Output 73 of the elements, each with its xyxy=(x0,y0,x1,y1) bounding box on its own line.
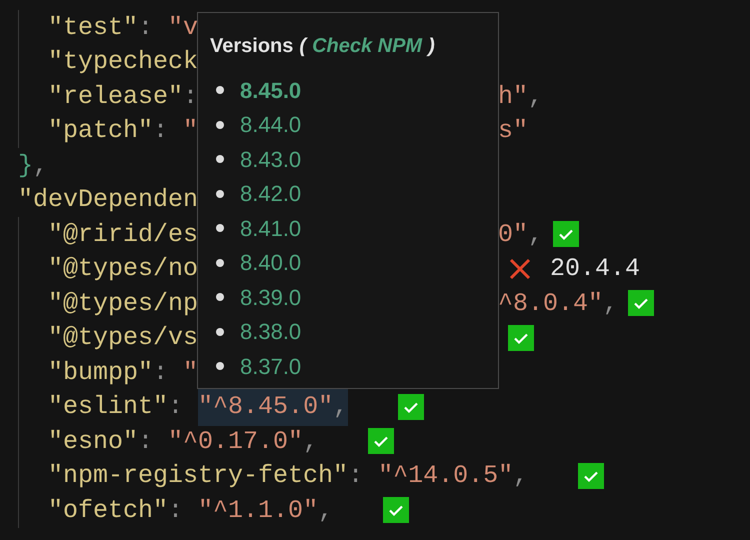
checkmark-icon xyxy=(398,394,424,420)
json-punctuation: , xyxy=(318,494,334,526)
json-key: "@types/vs xyxy=(48,319,198,356)
version-item[interactable]: 8.43.0 xyxy=(240,142,302,176)
json-string: "^0.17.0" xyxy=(168,426,304,458)
json-punctuation: } xyxy=(18,150,34,182)
json-punctuation: , xyxy=(528,80,544,112)
checkmark-icon xyxy=(628,290,654,316)
bullet-icon xyxy=(216,328,224,336)
checkmark-icon xyxy=(508,324,534,351)
checkmark-icon xyxy=(553,221,580,248)
json-string: " xyxy=(183,356,198,388)
json-string: h" xyxy=(498,80,528,112)
json-key: "eslint" xyxy=(48,388,168,426)
bullet-icon xyxy=(216,224,224,232)
json-key: "devDependen xyxy=(18,181,198,218)
bullet-icon xyxy=(216,155,224,164)
json-punctuation: : xyxy=(168,494,184,526)
version-item[interactable]: 8.40.0 xyxy=(240,246,302,280)
json-key: "typecheck xyxy=(48,43,198,80)
json-string: "^8.45.0" xyxy=(198,388,334,426)
json-punctuation: : xyxy=(138,426,154,458)
json-key: "esno" xyxy=(48,422,138,460)
version-item[interactable]: 8.41.0 xyxy=(240,212,302,245)
json-punctuation: : xyxy=(153,115,170,147)
json-string: s" xyxy=(498,115,528,147)
json-key: "bumpp" xyxy=(48,354,154,391)
version-item[interactable]: 8.44.0 xyxy=(240,108,302,142)
json-string: "^14.0.5" xyxy=(378,460,514,492)
version-item[interactable]: 8.39.0 xyxy=(240,280,302,314)
paren: ( xyxy=(299,34,306,59)
popup-title: Versions xyxy=(210,34,294,59)
json-string: "v xyxy=(168,12,198,44)
checkmark-icon xyxy=(383,497,410,524)
json-string: 0" xyxy=(498,218,528,250)
json-key: "@types/no xyxy=(48,250,198,288)
json-string: " xyxy=(183,115,198,147)
checkmark-icon xyxy=(578,462,604,489)
json-punctuation: , xyxy=(303,426,318,458)
paren: ) xyxy=(428,34,435,59)
json-string: "^1.1.0" xyxy=(198,494,318,526)
json-key: "npm-registry-fetch" xyxy=(48,457,348,494)
version-item[interactable]: 8.45.0 xyxy=(240,74,302,107)
latest-version-hint: 20.4.4 xyxy=(550,253,640,285)
version-item[interactable]: 8.38.0 xyxy=(240,315,302,348)
json-key: "patch" xyxy=(48,112,154,150)
json-key: "ofetch" xyxy=(48,492,168,529)
bullet-icon xyxy=(216,190,224,198)
json-punctuation: : xyxy=(153,356,170,388)
json-punctuation: , xyxy=(603,288,618,320)
checkmark-icon xyxy=(368,428,394,454)
json-key: "release" xyxy=(48,78,184,115)
json-key: "@ririd/es xyxy=(48,216,198,253)
bullet-icon xyxy=(216,293,224,302)
cross-icon xyxy=(508,256,532,281)
json-punctuation: , xyxy=(33,150,48,182)
bullet-icon xyxy=(216,86,224,94)
json-key: "@types/np xyxy=(48,284,198,322)
json-punctuation: : xyxy=(183,80,198,112)
json-punctuation: : xyxy=(168,391,184,423)
version-item[interactable]: 8.42.0 xyxy=(240,177,302,210)
json-punctuation: : xyxy=(138,12,154,44)
json-punctuation: : xyxy=(348,460,364,492)
json-string: ^8.0.4" xyxy=(498,288,604,320)
json-punctuation: , xyxy=(528,218,544,250)
bullet-icon xyxy=(216,362,224,370)
json-key: "test" xyxy=(48,8,138,46)
json-punctuation: , xyxy=(513,460,528,492)
bullet-icon xyxy=(216,258,224,267)
json-punctuation: , xyxy=(333,388,348,426)
bullet-icon xyxy=(216,120,224,129)
check-npm-link[interactable]: Check NPM xyxy=(312,31,422,61)
version-item[interactable]: 8.37.0 xyxy=(240,350,302,383)
